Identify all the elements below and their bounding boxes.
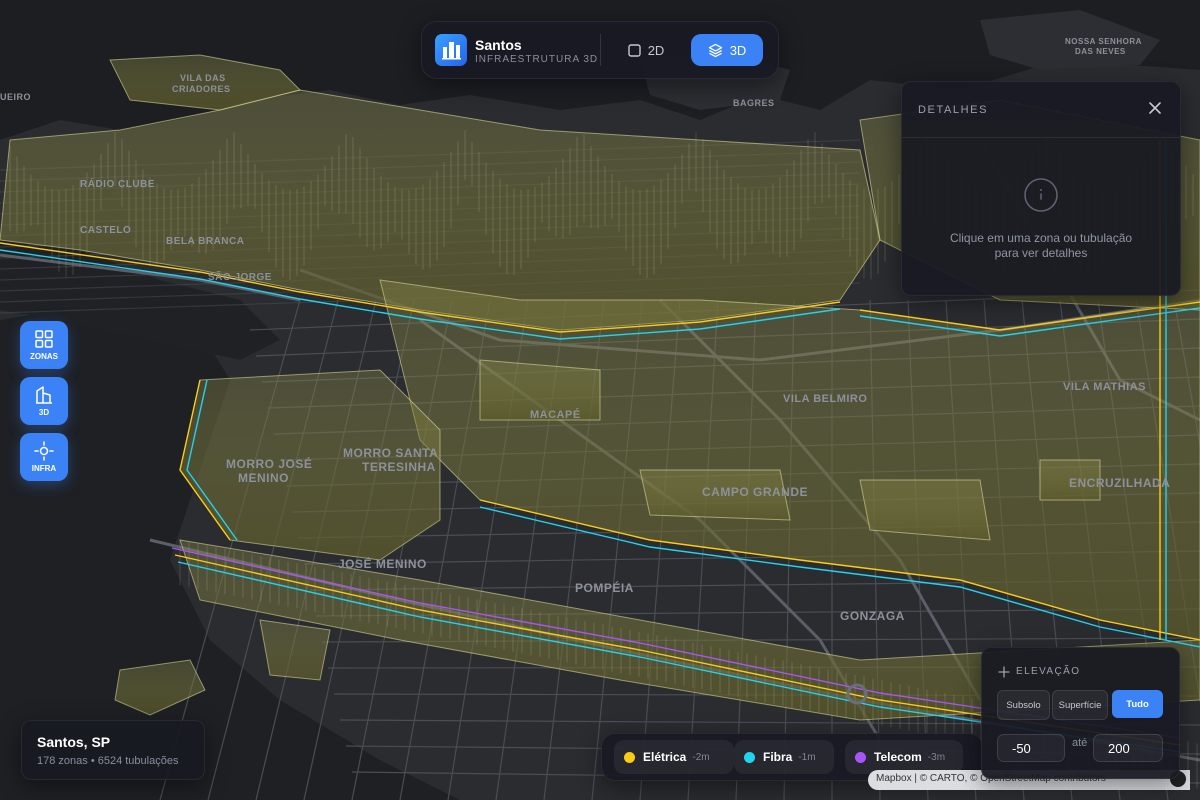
label-gonzaga: GONZAGA — [840, 609, 905, 623]
legend-telecom-name: Telecom — [874, 750, 922, 764]
zonas-button[interactable]: ZONAS — [20, 321, 68, 369]
details-divider — [902, 137, 1180, 138]
legend-fibra-depth: -1m — [798, 751, 816, 763]
label-radio-clube: RÁDIO CLUBE — [80, 177, 155, 190]
details-title: DETALHES — [918, 104, 989, 116]
elevation-superficie-button[interactable]: Superfície — [1052, 690, 1108, 720]
crosshair-icon — [34, 441, 54, 461]
label-jose-menino: JOSÉ MENINO — [338, 556, 427, 571]
label-morro-jose-1: MORRO JOSÉ — [226, 456, 312, 471]
details-hint: Clique em uma zona ou tubulação para ver… — [949, 231, 1133, 260]
label-morro-santa-2: TERESINHA — [362, 460, 436, 474]
infra-button[interactable]: INFRA — [20, 433, 68, 481]
legend-eletrica-toggle[interactable]: Elétrica -2m — [614, 740, 734, 774]
building-icon — [36, 386, 52, 404]
square-icon — [627, 43, 641, 57]
city-card: Santos, SP 178 zonas • 6524 tubulações — [21, 720, 205, 780]
label-morro-santa-1: MORRO SANTA — [343, 446, 438, 460]
buildings-3d-label: 3D — [38, 408, 50, 417]
layers-icon — [708, 43, 722, 57]
infra-label: INFRA — [31, 464, 57, 473]
label-encruzilhada: ENCRUZILHADA — [1069, 476, 1170, 490]
info-icon — [1023, 177, 1059, 213]
view-2d-label: 2D — [647, 42, 665, 58]
label-morro-jose-2: MENINO — [238, 471, 289, 485]
legend-telecom-toggle[interactable]: Telecom -3m — [845, 740, 963, 774]
fibra-color-dot — [744, 751, 755, 763]
label-vila-belmiro: VILA BELMIRO — [783, 393, 867, 405]
elevation-subsolo-button[interactable]: Subsolo — [997, 690, 1050, 720]
details-panel: DETALHES Clique em uma zona ou tubulação… — [901, 81, 1181, 296]
label-bela-branca: BELA BRANCA — [166, 236, 244, 247]
legend-telecom-depth: -3m — [927, 751, 946, 763]
label-macape: MACAPÉ — [530, 408, 581, 421]
city-stats: 178 zonas • 6524 tubulações — [37, 755, 179, 767]
app-header: Santos INFRAESTRUTURA 3D 2D 3D — [421, 21, 779, 79]
telecom-color-dot — [855, 751, 866, 763]
app-title: Santos — [475, 37, 522, 53]
label-campo-grande: CAMPO GRANDE — [702, 485, 808, 499]
label-nossa-senhora: NOSSA SENHORA — [1065, 37, 1142, 46]
elevation-min-input[interactable] — [997, 734, 1065, 762]
eletrica-color-dot — [624, 751, 635, 763]
label-bagres: BAGRES — [733, 98, 775, 108]
grid-icon — [35, 330, 53, 348]
label-pompeia: POMPÉIA — [575, 580, 634, 595]
city-name: Santos, SP — [37, 734, 111, 750]
legend-eletrica-name: Elétrica — [643, 750, 687, 764]
close-icon[interactable] — [1146, 99, 1164, 117]
elevation-title: ELEVAÇÃO — [1016, 666, 1081, 677]
buildings-3d-button[interactable]: 3D — [20, 377, 68, 425]
city-buildings-icon — [435, 34, 467, 66]
label-das-neves: DAS NEVES — [1075, 47, 1126, 56]
legend-fibra-toggle[interactable]: Fibra -1m — [734, 740, 834, 774]
label-vila-das: VILA DAS — [180, 73, 226, 83]
view-2d-button[interactable]: 2D — [617, 34, 675, 66]
plus-icon — [998, 665, 1010, 678]
elevation-between-label: até — [1072, 737, 1088, 749]
elevation-max-input[interactable] — [1093, 734, 1163, 762]
legend-eletrica-depth: -2m — [692, 751, 710, 763]
view-3d-label: 3D — [729, 42, 747, 58]
view-3d-button[interactable]: 3D — [691, 34, 763, 66]
app-subtitle: INFRAESTRUTURA 3D — [475, 54, 599, 65]
elevation-tudo-button[interactable]: Tudo — [1112, 690, 1163, 718]
legend-fibra-name: Fibra — [763, 750, 793, 764]
zonas-label: ZONAS — [30, 352, 58, 361]
label-ueiro: UEIRO — [0, 92, 31, 102]
label-castelo: CASTELO — [80, 225, 131, 236]
label-sao-jorge: SÃO JORGE — [208, 270, 272, 283]
label-vila-mathias: VILA MATHIAS — [1063, 381, 1146, 393]
header-divider — [600, 34, 601, 66]
elevation-panel: ELEVAÇÃO Subsolo Superfície Tudo até — [981, 647, 1180, 779]
label-criadores: CRIADORES — [172, 84, 231, 94]
